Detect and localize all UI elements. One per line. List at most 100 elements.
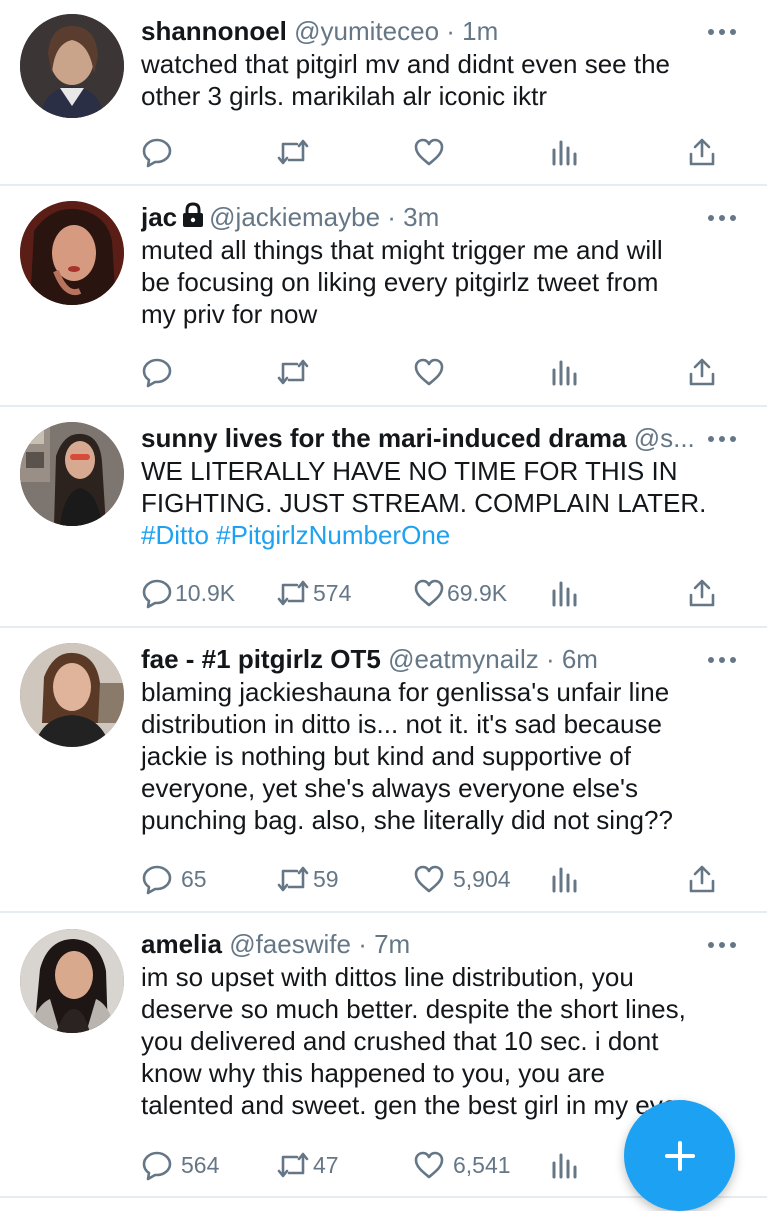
heart-icon — [414, 865, 444, 893]
analytics-button[interactable] — [551, 1145, 579, 1185]
tweet-text: muted all things that might trigger me a… — [141, 234, 747, 330]
avatar[interactable] — [20, 201, 124, 305]
tweet-text-line: know why this happened to you, you are — [141, 1058, 605, 1088]
share-button[interactable] — [687, 352, 717, 392]
analytics-button[interactable] — [551, 859, 579, 899]
reply-button[interactable] — [141, 352, 175, 392]
reply-icon — [142, 138, 172, 168]
reply-icon — [142, 1151, 172, 1181]
tweet-item[interactable]: sunny lives for the mari-induced drama @… — [0, 407, 767, 628]
retweet-count: 574 — [313, 579, 352, 606]
tweet-text-line: FIGHTING. JUST STREAM. COMPLAIN LATER. — [141, 488, 707, 518]
more-options-icon[interactable] — [707, 208, 737, 228]
tweet-item[interactable]: jac @jackiemaybe · 3m muted all things th… — [0, 186, 767, 407]
analytics-button[interactable] — [551, 573, 579, 613]
heart-icon — [414, 579, 444, 607]
avatar[interactable] — [20, 929, 124, 1033]
like-button[interactable] — [413, 132, 447, 172]
reply-icon — [142, 579, 172, 609]
action-bar: 65 59 5,904 — [141, 859, 727, 899]
tweet-text-line: im so upset with dittos line distributio… — [141, 962, 634, 992]
avatar[interactable] — [20, 643, 124, 747]
share-button[interactable] — [687, 132, 717, 172]
retweet-button[interactable] — [275, 352, 313, 392]
analytics-icon — [552, 1153, 577, 1179]
analytics-icon — [552, 581, 577, 607]
tweet-time: · 3m — [387, 202, 440, 232]
like-count: 6,541 — [453, 1151, 511, 1178]
share-icon — [689, 865, 715, 893]
heart-icon — [414, 138, 444, 166]
analytics-icon — [552, 140, 577, 166]
tweet-text-line: blaming jackieshauna for genlissa's unfa… — [141, 677, 670, 707]
tweet-text-line: watched that pitgirl mv and didnt even s… — [141, 49, 670, 79]
action-bar: 10.9K 574 69.9K — [141, 573, 727, 613]
display-name[interactable]: sunny lives for the mari-induced drama — [141, 423, 626, 453]
compose-button[interactable] — [624, 1100, 735, 1211]
like-button[interactable]: 69.9K — [413, 573, 507, 613]
lock-icon — [183, 202, 204, 227]
tweet-text: watched that pitgirl mv and didnt even s… — [141, 48, 747, 112]
user-handle[interactable]: @yumiteceo — [294, 16, 439, 46]
tweet-text-line: muted all things that might trigger me a… — [141, 235, 663, 265]
share-icon — [689, 138, 715, 166]
more-options-icon[interactable] — [707, 935, 737, 955]
retweet-count: 59 — [313, 865, 339, 892]
share-icon — [689, 579, 715, 607]
like-button[interactable]: 5,904 — [413, 859, 511, 899]
retweet-button[interactable]: 574 — [275, 573, 351, 613]
display-name[interactable]: jac — [141, 202, 177, 232]
tweet-text-line: deserve so much better. despite the shor… — [141, 994, 686, 1024]
like-count: 5,904 — [453, 865, 511, 892]
user-handle[interactable]: @s... — [634, 423, 695, 453]
avatar-image — [20, 14, 124, 118]
retweet-button[interactable]: 47 — [275, 1145, 339, 1185]
tweet-item[interactable]: shannonoel @yumiteceo · 1m watched that … — [0, 0, 767, 186]
avatar-image — [20, 929, 124, 1033]
analytics-button[interactable] — [551, 132, 579, 172]
share-icon — [689, 358, 715, 386]
heart-icon — [414, 1151, 444, 1179]
tweet-item[interactable]: fae - #1 pitgirlz OT5 @eatmynailz · 6m b… — [0, 628, 767, 913]
reply-button[interactable]: 65 — [141, 859, 207, 899]
reply-count: 564 — [181, 1151, 220, 1178]
user-handle[interactable]: @eatmynailz — [388, 644, 539, 674]
share-button[interactable] — [687, 859, 717, 899]
tweet-time: · 1m — [446, 16, 499, 46]
analytics-button[interactable] — [551, 352, 579, 392]
avatar[interactable] — [20, 14, 124, 118]
reply-button[interactable]: 10.9K — [141, 573, 235, 613]
retweet-icon — [277, 139, 309, 165]
reply-button[interactable] — [141, 132, 175, 172]
retweet-button[interactable]: 59 — [275, 859, 339, 899]
reply-icon — [142, 865, 172, 895]
tweet-text-line: WE LITERALLY HAVE NO TIME FOR THIS IN — [141, 456, 678, 486]
more-options-icon[interactable] — [707, 650, 737, 670]
like-button[interactable] — [413, 352, 447, 392]
reply-count: 65 — [181, 865, 207, 892]
tweet-time: · 7m — [358, 929, 411, 959]
more-options-icon[interactable] — [707, 22, 737, 42]
tweet-text: im so upset with dittos line distributio… — [141, 961, 747, 1121]
like-button[interactable]: 6,541 — [413, 1145, 511, 1185]
user-handle[interactable]: @jackiemaybe — [209, 202, 380, 232]
display-name[interactable]: shannonoel — [141, 16, 287, 46]
tweet-text-line: punching bag. also, she literally did no… — [141, 805, 673, 835]
more-options-icon[interactable] — [707, 429, 737, 449]
hashtag-link[interactable]: #Ditto #PitgirlzNumberOne — [141, 519, 747, 551]
retweet-button[interactable] — [275, 132, 313, 172]
tweet-text-line: everyone, yet she's always everyone else… — [141, 773, 638, 803]
retweet-icon — [277, 359, 309, 385]
retweet-icon — [277, 1152, 309, 1178]
avatar[interactable] — [20, 422, 124, 526]
share-button[interactable] — [687, 573, 717, 613]
reply-button[interactable]: 564 — [141, 1145, 219, 1185]
action-bar — [141, 132, 727, 172]
user-handle[interactable]: @faeswife — [229, 929, 351, 959]
display-name[interactable]: fae - #1 pitgirlz OT5 — [141, 644, 381, 674]
tweet-text-line: jackie is nothing but kind and supportiv… — [141, 741, 631, 771]
action-bar — [141, 352, 727, 392]
avatar-image — [20, 422, 124, 526]
display-name[interactable]: amelia — [141, 929, 222, 959]
retweet-icon — [277, 580, 309, 606]
